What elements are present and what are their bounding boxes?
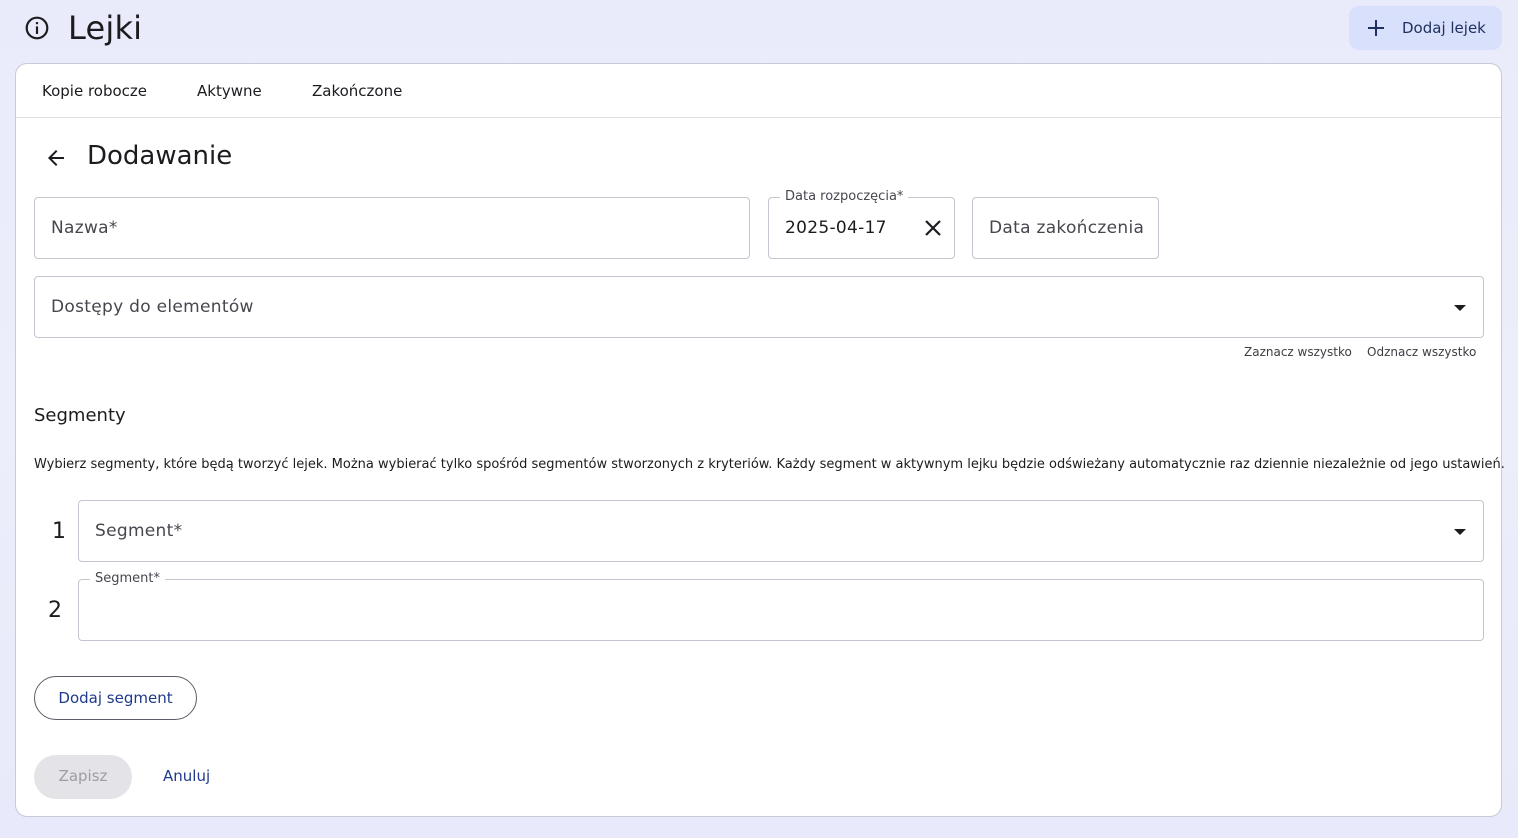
segment-number-2: 2 [48, 598, 62, 623]
end-date-field[interactable]: Data zakończenia [972, 197, 1159, 259]
add-segment-button[interactable]: Dodaj segment [34, 676, 197, 720]
chevron-down-icon [1454, 529, 1466, 535]
tab-finished[interactable]: Zakończone [312, 81, 402, 101]
start-date-label: Data rozpoczęcia* [780, 189, 909, 205]
deselect-all-link[interactable]: Odznacz wszystko [1367, 345, 1476, 359]
main-card: Kopie robocze Aktywne Zakończone Dodawan… [15, 63, 1505, 817]
form-title: Dodawanie [87, 141, 233, 171]
tab-drafts[interactable]: Kopie robocze [42, 81, 147, 101]
tab-bar: Kopie robocze Aktywne Zakończone [16, 64, 1501, 118]
arrow-back-icon[interactable] [44, 146, 68, 170]
segment-select-1[interactable]: Segment* [78, 500, 1484, 562]
tab-active[interactable]: Aktywne [197, 81, 262, 101]
close-icon[interactable] [923, 218, 943, 238]
chevron-down-icon [1454, 305, 1466, 311]
access-select[interactable]: Dostępy do elementów [34, 276, 1484, 338]
start-date-value: 2025-04-17 [785, 218, 887, 238]
access-placeholder: Dostępy do elementów [51, 297, 254, 317]
segments-title: Segmenty [34, 405, 126, 426]
segments-description: Wybierz segmenty, które będą tworzyć lej… [34, 457, 1505, 472]
plus-icon [1368, 20, 1384, 36]
save-button[interactable]: Zapisz [34, 755, 132, 799]
top-bar: Lejki Dodaj lejek [0, 0, 1518, 56]
add-funnel-label: Dodaj lejek [1402, 19, 1486, 37]
name-placeholder: Nazwa* [51, 218, 118, 238]
segment-select-2[interactable]: Segment* [78, 571, 1484, 641]
segment-1-placeholder: Segment* [95, 521, 183, 541]
save-label: Zapisz [58, 767, 108, 785]
name-field[interactable]: Nazwa* [34, 197, 750, 259]
select-all-link[interactable]: Zaznacz wszystko [1244, 345, 1352, 359]
start-date-field[interactable]: Data rozpoczęcia* 2025-04-17 [768, 189, 955, 259]
end-date-placeholder: Data zakończenia [989, 218, 1145, 238]
segment-number-1: 1 [52, 519, 66, 544]
segment-2-label: Segment* [90, 571, 165, 587]
page-title: Lejki [68, 9, 143, 47]
cancel-button[interactable]: Anuluj [163, 767, 210, 785]
info-icon[interactable] [24, 15, 50, 41]
add-funnel-button[interactable]: Dodaj lejek [1349, 6, 1502, 50]
add-segment-label: Dodaj segment [58, 689, 173, 707]
